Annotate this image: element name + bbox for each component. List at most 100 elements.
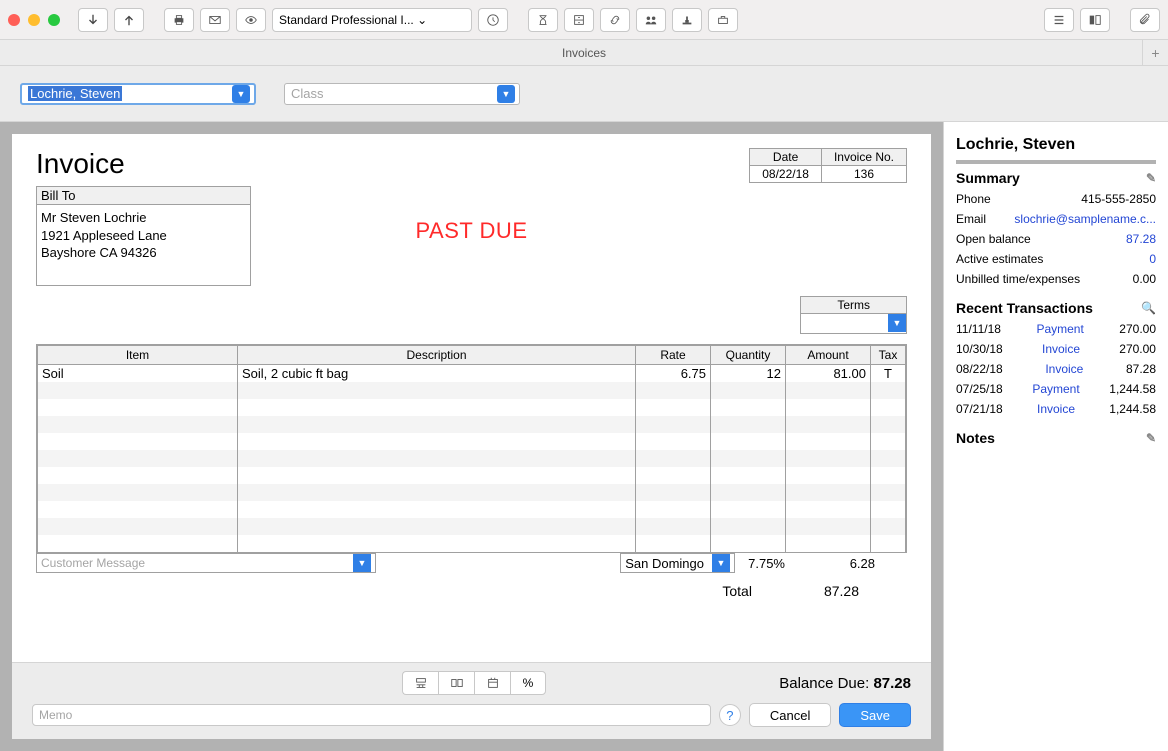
memo-field[interactable]: Memo <box>32 704 711 726</box>
toggle-layout-icon[interactable] <box>438 671 474 695</box>
estimates-label: Active estimates <box>956 252 1043 266</box>
edit-icon[interactable]: ✎ <box>1146 431 1156 445</box>
bill-to-label: Bill To <box>37 187 250 205</box>
tax-rate: 7.75% <box>735 556 785 571</box>
close-window-button[interactable] <box>8 14 20 26</box>
tab-label: Invoices <box>562 46 606 60</box>
traffic-lights <box>8 14 60 26</box>
notes-heading: Notes ✎ <box>956 430 1156 446</box>
maximize-window-button[interactable] <box>48 14 60 26</box>
list-view-icon[interactable] <box>1044 8 1074 32</box>
cell-tax[interactable]: T <box>871 365 906 383</box>
template-dropdown[interactable]: Standard Professional I... ⌄ <box>272 8 472 32</box>
cell-rate[interactable]: 6.75 <box>636 365 711 383</box>
total-label: Total <box>722 583 752 599</box>
date-value[interactable]: 08/22/18 <box>749 165 822 183</box>
unbilled-value: 0.00 <box>1133 272 1156 286</box>
hourglass-icon[interactable] <box>528 8 558 32</box>
cell-quantity[interactable]: 12 <box>711 365 786 383</box>
past-due-stamp: PAST DUE <box>12 218 931 244</box>
open-balance-value[interactable]: 87.28 <box>1126 232 1156 246</box>
arrow-up-icon[interactable] <box>114 8 144 32</box>
customer-dropdown[interactable]: Lochrie, Steven ▼ <box>20 83 256 105</box>
cell-description[interactable]: Soil, 2 cubic ft bag <box>238 365 636 383</box>
recent-heading-label: Recent Transactions <box>956 300 1093 316</box>
save-button[interactable]: Save <box>839 703 911 727</box>
summary-heading-label: Summary <box>956 170 1020 186</box>
briefcase-icon[interactable] <box>708 8 738 32</box>
tax-amount: 6.28 <box>785 556 875 571</box>
attachment-icon[interactable] <box>1130 8 1160 32</box>
clock-icon[interactable] <box>478 8 508 32</box>
terms-label: Terms <box>800 296 907 314</box>
tax-region-value: San Domingo <box>625 556 704 571</box>
col-amount: Amount <box>786 346 871 365</box>
class-dropdown[interactable]: Class ▼ <box>284 83 520 105</box>
line-items-table: Item Description Rate Quantity Amount Ta… <box>36 344 907 553</box>
transaction-row[interactable]: 10/30/18Invoice270.00 <box>956 342 1156 356</box>
line-item-row[interactable]: Soil Soil, 2 cubic ft bag 6.75 12 81.00 … <box>38 365 906 383</box>
invoice-no-value[interactable]: 136 <box>822 165 907 183</box>
bill-to-address[interactable]: Mr Steven Lochrie 1921 Appleseed Lane Ba… <box>37 205 250 285</box>
percent-icon[interactable]: % <box>510 671 546 695</box>
stamp-icon[interactable] <box>672 8 702 32</box>
chevron-down-icon: ▼ <box>497 85 515 103</box>
transaction-row[interactable]: 11/11/18Payment270.00 <box>956 322 1156 336</box>
help-icon[interactable]: ? <box>719 704 741 726</box>
unbilled-label: Unbilled time/expenses <box>956 272 1080 286</box>
toggle-calc-icon[interactable] <box>402 671 438 695</box>
col-quantity: Quantity <box>711 346 786 365</box>
email-icon[interactable] <box>200 8 230 32</box>
customer-message-dropdown[interactable]: Customer Message ▼ <box>36 553 376 573</box>
balance-due-value: 87.28 <box>873 675 911 692</box>
sidebar-customer-name: Lochrie, Steven <box>956 136 1156 154</box>
transaction-row[interactable]: 07/21/18Invoice1,244.58 <box>956 402 1156 416</box>
col-tax: Tax <box>871 346 906 365</box>
open-balance-label: Open balance <box>956 232 1031 246</box>
phone-value: 415-555-2850 <box>1081 192 1156 206</box>
invoice-paper: Invoice Date 08/22/18 Invoice No. 136 Bi… <box>12 134 931 662</box>
customer-dropdown-value: Lochrie, Steven <box>28 86 122 101</box>
cell-amount[interactable]: 81.00 <box>786 365 871 383</box>
chevron-down-icon: ▼ <box>353 554 371 572</box>
arrow-down-icon[interactable] <box>78 8 108 32</box>
add-tab-button[interactable]: + <box>1142 40 1168 66</box>
drawer-icon[interactable] <box>564 8 594 32</box>
bottom-icon-group: % <box>402 671 546 695</box>
customer-message-placeholder: Customer Message <box>41 556 145 570</box>
memo-placeholder: Memo <box>39 708 72 722</box>
sidebar: Lochrie, Steven Summary ✎ Phone 415-555-2… <box>943 122 1168 751</box>
preview-icon[interactable] <box>236 8 266 32</box>
cancel-button[interactable]: Cancel <box>749 703 831 727</box>
calendar-icon[interactable] <box>474 671 510 695</box>
phone-label: Phone <box>956 192 991 206</box>
transaction-row[interactable]: 08/22/18Invoice87.28 <box>956 362 1156 376</box>
chevron-down-icon: ▼ <box>232 85 250 103</box>
terms-dropdown[interactable]: ▼ <box>800 314 907 334</box>
col-description: Description <box>238 346 636 365</box>
tax-region-dropdown[interactable]: San Domingo ▼ <box>620 553 735 573</box>
recent-transactions-heading: Recent Transactions 🔍 <box>956 300 1156 316</box>
email-value[interactable]: slochrie@samplename.c... <box>1014 212 1156 226</box>
panel-view-icon[interactable] <box>1080 8 1110 32</box>
summary-heading: Summary ✎ <box>956 170 1156 186</box>
invoice-no-label: Invoice No. <box>822 148 907 165</box>
balance-due-label: Balance Due: <box>779 675 869 692</box>
class-dropdown-placeholder: Class <box>291 86 324 101</box>
cell-item[interactable]: Soil <box>38 365 238 383</box>
date-invoice-block: Date 08/22/18 Invoice No. 136 <box>749 148 907 183</box>
people-icon[interactable] <box>636 8 666 32</box>
bottom-bar: % Balance Due: 87.28 Memo ? Cancel Save <box>12 662 931 739</box>
transaction-row[interactable]: 07/25/18Payment1,244.58 <box>956 382 1156 396</box>
search-icon[interactable]: 🔍 <box>1141 301 1156 315</box>
total-value: 87.28 <box>824 583 859 599</box>
bill-to-line3: Bayshore CA 94326 <box>41 245 157 260</box>
print-icon[interactable] <box>164 8 194 32</box>
minimize-window-button[interactable] <box>28 14 40 26</box>
edit-icon[interactable]: ✎ <box>1146 171 1156 185</box>
tab-bar: Invoices + <box>0 40 1168 66</box>
link-icon[interactable] <box>600 8 630 32</box>
notes-heading-label: Notes <box>956 430 995 446</box>
template-dropdown-label: Standard Professional I... ⌄ <box>279 13 427 27</box>
estimates-value[interactable]: 0 <box>1149 252 1156 266</box>
